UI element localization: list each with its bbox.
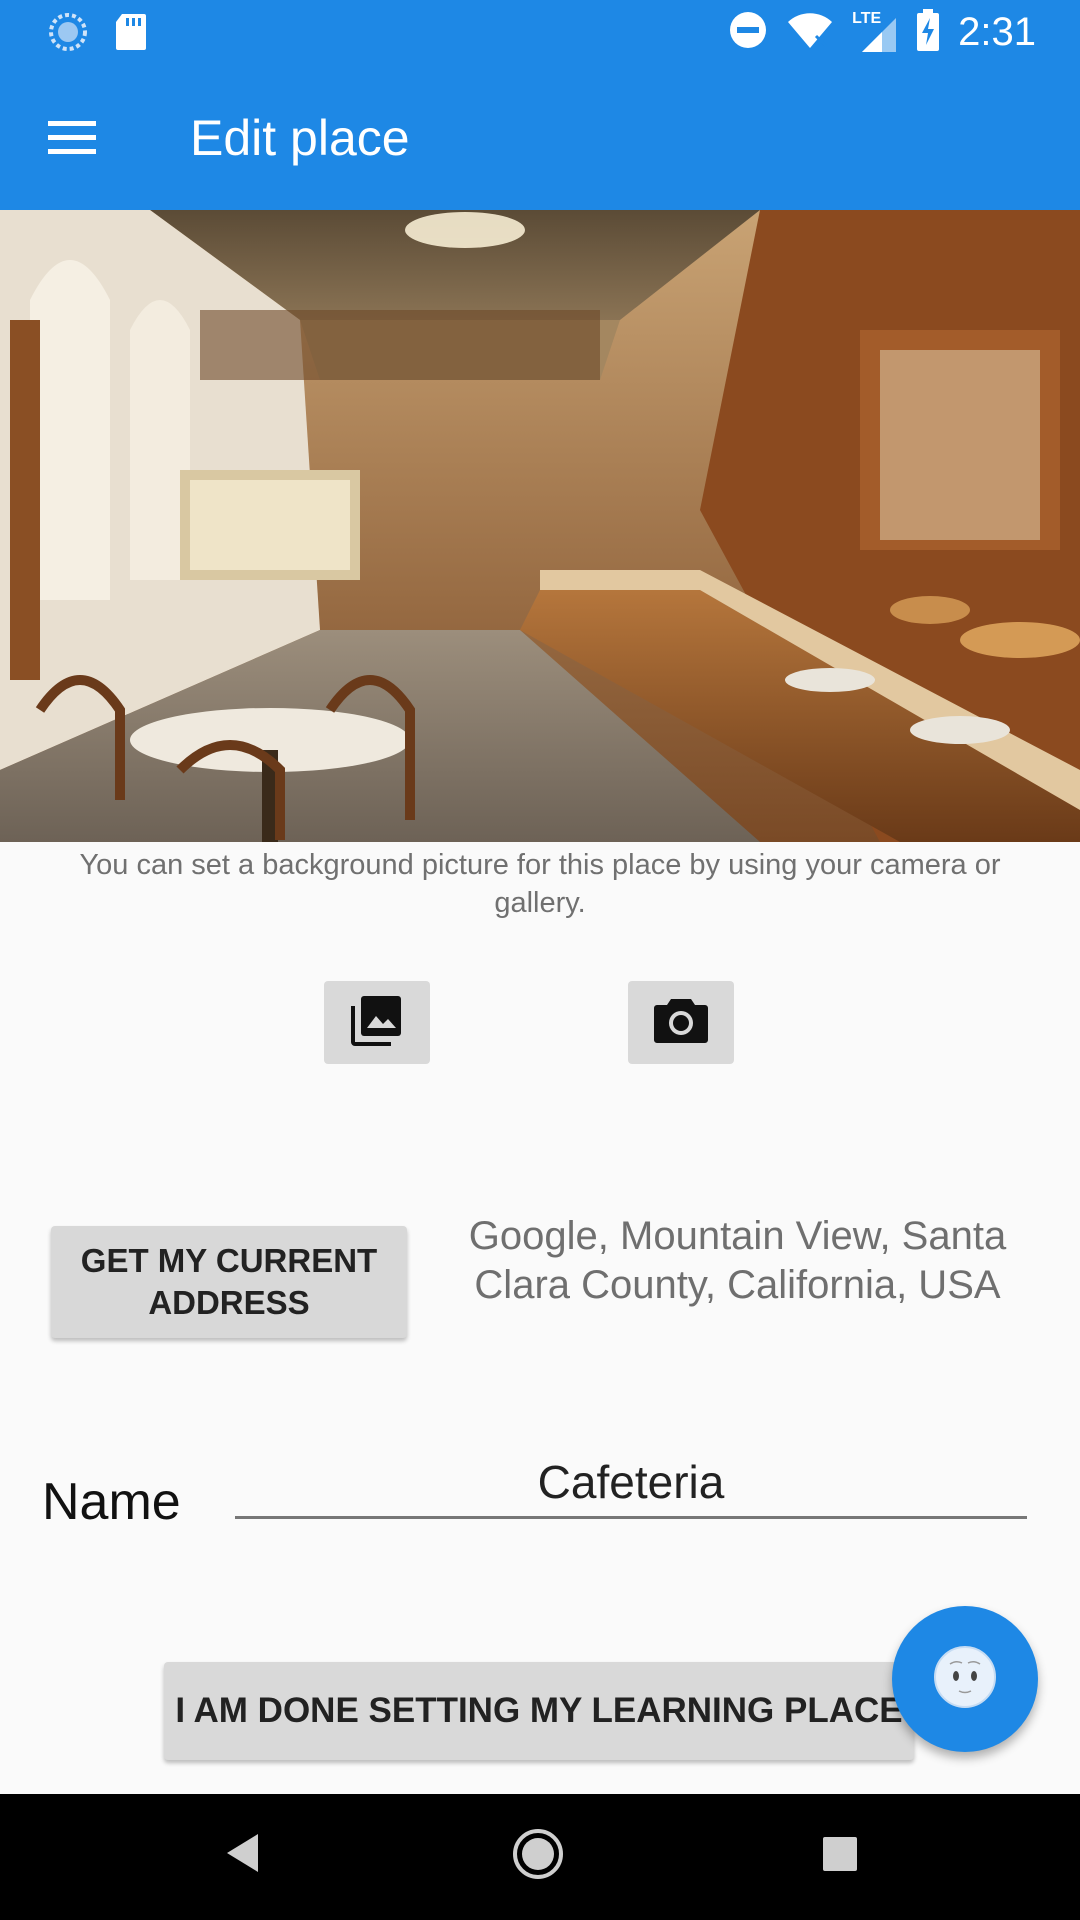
hamburger-menu-icon[interactable] [36,101,108,173]
battery-charging-icon [916,8,940,56]
get-current-address-button[interactable]: GET MY CURRENT ADDRESS [51,1226,407,1338]
back-icon[interactable] [224,1832,260,1879]
gallery-icon [349,992,405,1053]
recents-icon[interactable] [822,1836,858,1877]
home-icon[interactable] [512,1828,564,1885]
do-not-disturb-icon [728,10,768,55]
place-background-image [0,210,1080,842]
navigation-bar [0,1794,1080,1920]
sync-icon [48,12,88,57]
assistant-fab[interactable] [892,1606,1038,1752]
status-bar: LTE 2:31 [0,0,1080,63]
name-input[interactable] [235,1448,1027,1519]
background-picture-hint: You can set a background picture for thi… [79,849,1001,919]
page-title: Edit place [190,110,410,166]
app-bar: Edit place [0,63,1080,210]
wifi-icon [786,10,834,55]
done-setting-place-button[interactable]: I AM DONE SETTING MY LEARNING PLACE [164,1662,914,1760]
camera-button[interactable] [628,981,734,1064]
sd-card-icon [114,12,148,57]
lte-signal-icon: LTE [852,10,898,54]
current-address-text: Google, Mountain View, Santa Clara Count… [468,1214,1007,1307]
gallery-button[interactable] [324,981,430,1064]
name-label: Name [42,1473,181,1531]
robot-face-icon [932,1644,998,1715]
clock-time: 2:31 [958,10,1036,54]
camera-icon [653,995,709,1050]
